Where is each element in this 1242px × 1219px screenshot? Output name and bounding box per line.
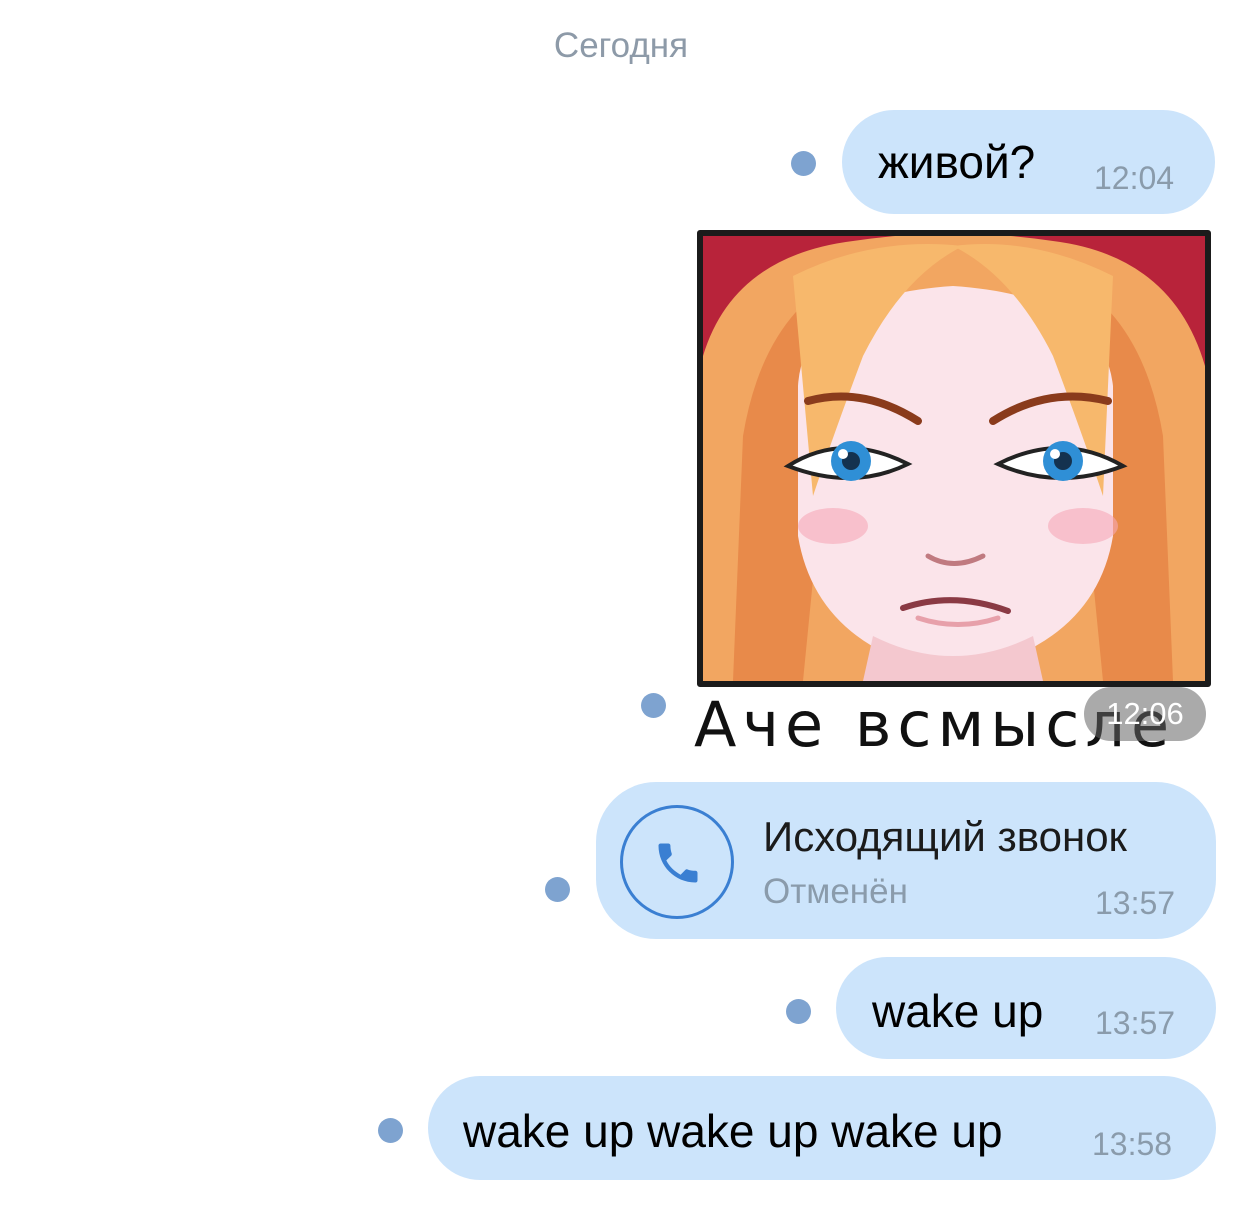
angry-girl-illustration [703,236,1205,681]
message-time: 12:04 [1094,160,1175,196]
call-title: Исходящий звонок [763,813,1127,860]
call-button[interactable] [620,805,734,919]
message-bubble[interactable]: живой? 12:04 [842,110,1215,214]
message-time: 13:57 [1095,1005,1176,1041]
phone-icon [658,843,698,883]
message-time: 13:57 [1095,885,1176,921]
call-status: Отменён [763,872,908,911]
unread-indicator [545,877,570,902]
unread-indicator [786,999,811,1024]
sticker-image[interactable] [697,230,1211,687]
message-bubble[interactable]: wake up wake up wake up 13:58 [428,1076,1216,1180]
date-separator: Сегодня [553,26,689,65]
message-time: 13:58 [1092,1126,1173,1162]
message-text: wake up wake up wake up [463,1105,1003,1157]
message-bubble[interactable]: wake up 13:57 [836,957,1216,1059]
unread-indicator [378,1118,403,1143]
message-text: wake up [872,985,1044,1037]
message-time: 12:06 [1084,687,1206,741]
unread-indicator [791,151,816,176]
message-text: живой? [878,136,1036,188]
unread-indicator [641,693,666,718]
